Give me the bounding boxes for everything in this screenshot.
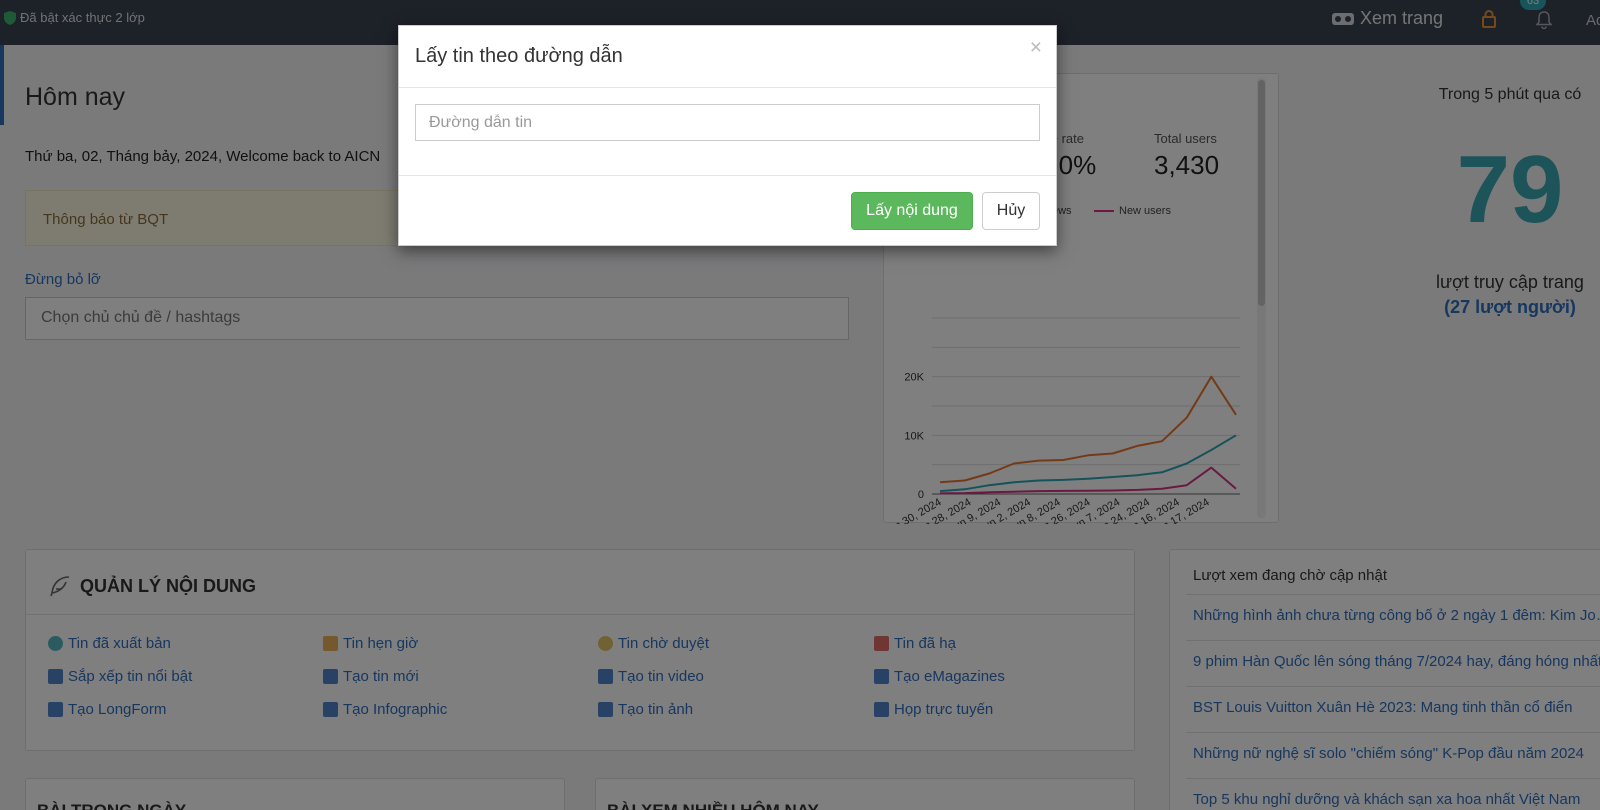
close-icon[interactable]: × — [1030, 36, 1042, 60]
modal-title: Lấy tin theo đường dẫn — [415, 45, 623, 67]
divider — [399, 87, 1056, 88]
fetch-by-url-modal: Lấy tin theo đường dẫn × Lấy nội dung Hủ… — [398, 25, 1057, 246]
fetch-content-button[interactable]: Lấy nội dung — [851, 192, 973, 230]
url-input[interactable] — [415, 104, 1040, 141]
cancel-button[interactable]: Hủy — [982, 192, 1040, 230]
divider — [399, 175, 1056, 176]
